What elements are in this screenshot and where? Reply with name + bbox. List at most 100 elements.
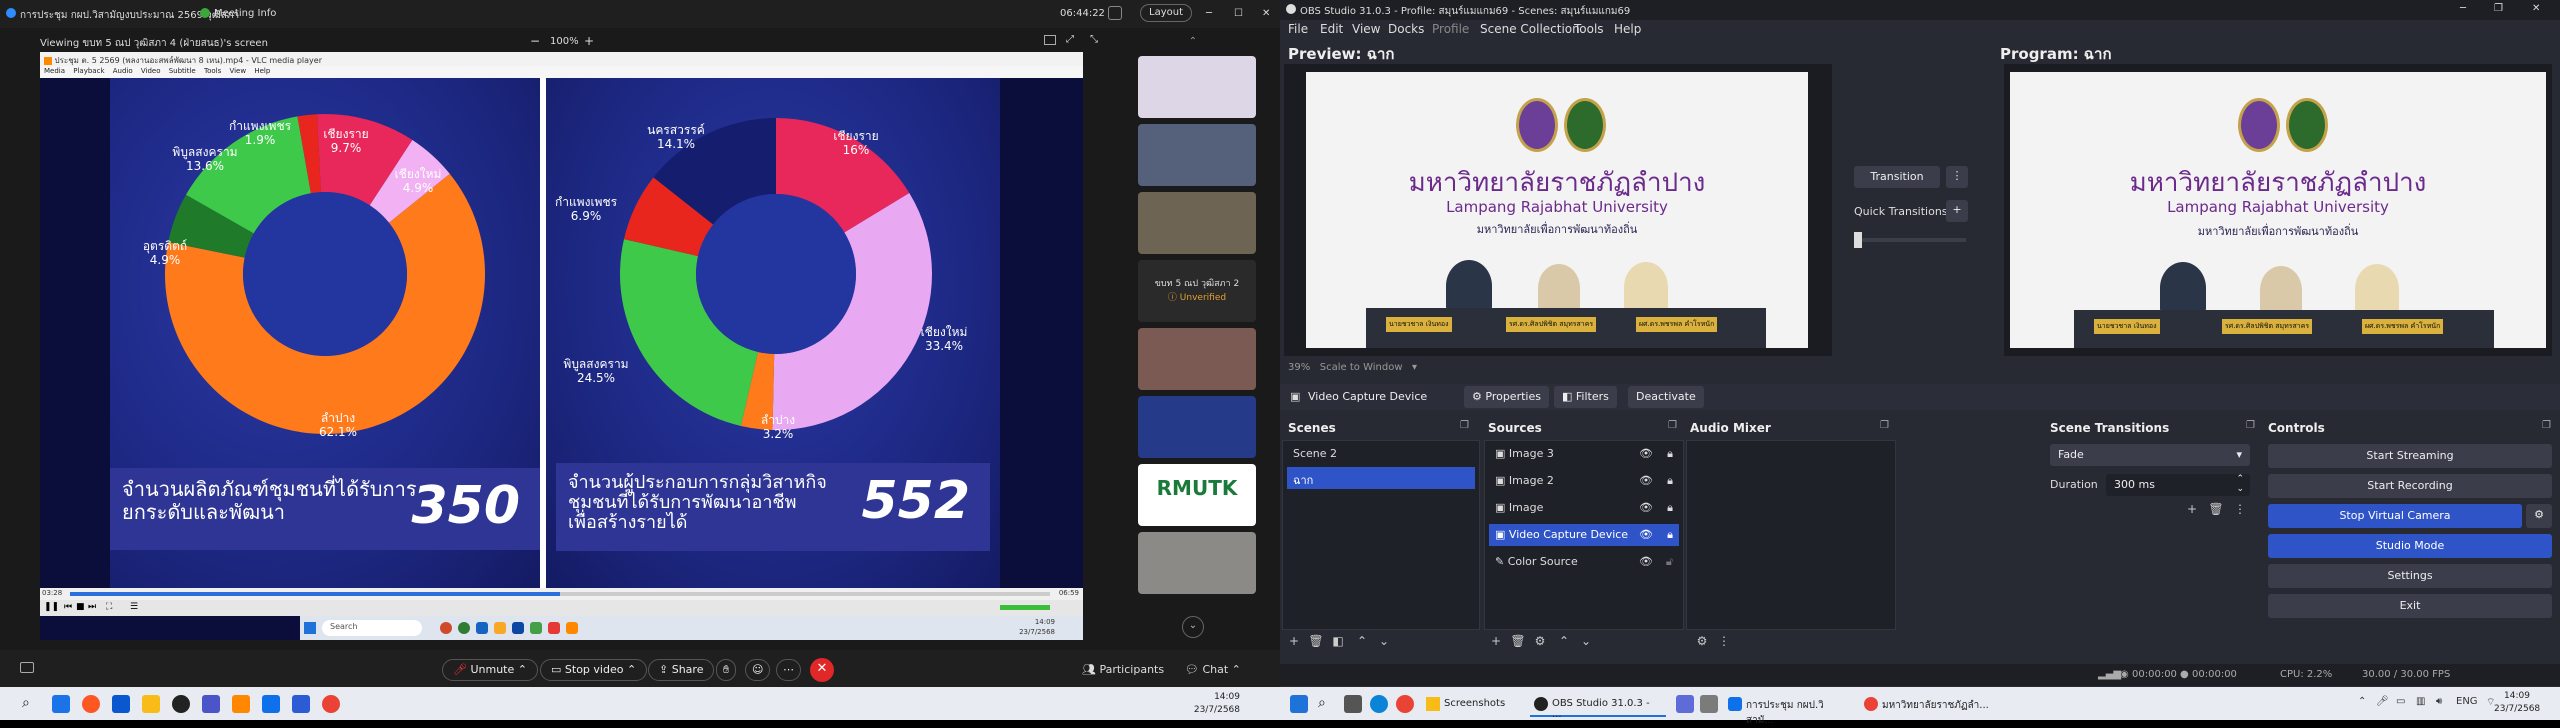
app-icon-1[interactable]: [440, 622, 452, 634]
remove-scene-icon[interactable]: 🗑︎: [1306, 634, 1326, 654]
start-recording-button[interactable]: Start Recording: [2268, 474, 2552, 498]
participant-tile-4[interactable]: ขบท 5 ณป วุฒิสภา 2 ⓘ Unverified: [1138, 260, 1256, 322]
vlc-menu-subtitle[interactable]: Subtitle: [169, 67, 196, 75]
zoom-icon-left[interactable]: [262, 695, 280, 713]
eye-icon[interactable]: 👁︎: [1639, 555, 1653, 568]
lock-icon[interactable]: 🔒︎: [1667, 447, 1673, 461]
source-item[interactable]: ▣ Image 👁︎ 🔒︎: [1489, 497, 1679, 519]
scroll-up-icon[interactable]: ⌃: [1182, 36, 1204, 50]
scene-item-active[interactable]: ฉาก: [1287, 467, 1475, 489]
add-quick-transition-button[interactable]: +: [1946, 200, 1968, 222]
scene-item[interactable]: Scene 2: [1287, 443, 1475, 465]
edge-icon[interactable]: [1370, 695, 1388, 713]
transition-button[interactable]: Transition: [1854, 166, 1940, 188]
app-icon-3[interactable]: [476, 622, 488, 634]
lock-icon[interactable]: 🔒︎: [1667, 528, 1673, 542]
taskbar-app-obs[interactable]: OBS Studio 31.0.3 - ...: [1530, 691, 1666, 720]
menu-profile[interactable]: Profile: [1432, 22, 1469, 36]
virtual-camera-settings-button[interactable]: ⚙: [2526, 504, 2552, 528]
prev-icon[interactable]: ⏮: [64, 602, 72, 612]
app-icon-4[interactable]: [512, 622, 524, 634]
app-icon-a[interactable]: [52, 695, 70, 713]
app-icon-2[interactable]: [458, 622, 470, 634]
eye-icon[interactable]: 👁︎: [1639, 447, 1653, 460]
more-button[interactable]: ⋯: [776, 659, 801, 681]
app-icon-c[interactable]: [202, 695, 220, 713]
search-box[interactable]: Search: [322, 620, 422, 636]
t-bar-handle[interactable]: [1854, 232, 1862, 248]
reactions-button[interactable]: ✋︎: [716, 659, 737, 681]
controls-dock-float-icon[interactable]: ❐: [2542, 420, 2551, 431]
vlc-seekbar[interactable]: [70, 592, 1050, 596]
leave-button[interactable]: ✕: [810, 658, 834, 682]
app-icon-6[interactable]: [548, 622, 560, 634]
app-icon-e[interactable]: [1676, 695, 1694, 713]
vlc-taskbar-icon[interactable]: [566, 622, 578, 634]
fullscreen-toggle-icon[interactable]: ⛶: [106, 602, 112, 612]
vlc-icon-left[interactable]: [232, 695, 250, 713]
add-transition-icon[interactable]: +: [2182, 502, 2202, 522]
windows-start-icon[interactable]: [1290, 695, 1308, 713]
filters-button[interactable]: ◧ Filters: [1554, 386, 1617, 408]
scene-up-icon[interactable]: ⌃: [1352, 634, 1372, 654]
deactivate-button[interactable]: Deactivate: [1628, 386, 1704, 408]
source-up-icon[interactable]: ⌃: [1554, 634, 1574, 654]
expand-icon[interactable]: ⤡: [1090, 34, 1098, 45]
language-indicator[interactable]: ENG: [2456, 696, 2478, 707]
speaker-icon[interactable]: [1108, 6, 1122, 20]
unlock-icon[interactable]: 🔓︎: [1666, 555, 1673, 569]
right-clock-date[interactable]: 23/7/2568: [2494, 704, 2540, 714]
menu-help[interactable]: Help: [1614, 22, 1641, 36]
browser-icon[interactable]: [82, 695, 100, 713]
app-icon-5[interactable]: [530, 622, 542, 634]
studio-mode-button[interactable]: Studio Mode: [2268, 534, 2552, 558]
chrome-icon-left[interactable]: [322, 695, 340, 713]
vlc-menu-tools[interactable]: Tools: [204, 67, 221, 75]
source-properties-icon[interactable]: ⚙: [1530, 634, 1550, 654]
vlc-menu-video[interactable]: Video: [141, 67, 161, 75]
camera-tray-icon[interactable]: ▭: [2396, 696, 2405, 707]
zoom-out-button[interactable]: −: [530, 34, 540, 48]
mixer-settings-icon[interactable]: ⚙: [1692, 634, 1712, 654]
folder-icon-left[interactable]: [142, 695, 160, 713]
emoji-button[interactable]: ☺: [745, 659, 771, 681]
properties-button[interactable]: ⚙ Properties: [1464, 386, 1549, 408]
unmute-button[interactable]: 🎤︎ Unmute ⌃: [442, 659, 538, 681]
scene-down-icon[interactable]: ⌄: [1374, 634, 1394, 654]
volume-slider[interactable]: [1000, 605, 1050, 610]
obs-maximize-icon[interactable]: ❐: [2494, 3, 2503, 14]
task-view-icon[interactable]: [1344, 695, 1362, 713]
vlc-menu-playback[interactable]: Playback: [73, 67, 104, 75]
source-item[interactable]: ▣ Image 2 👁︎ 🔒︎: [1489, 470, 1679, 492]
start-streaming-button[interactable]: Start Streaming: [2268, 444, 2552, 468]
menu-scene-collection[interactable]: Scene Collection: [1480, 22, 1580, 36]
preview-canvas[interactable]: มหาวิทยาลัยราชภัฏลำปาง Lampang Rajabhat …: [1284, 64, 1832, 356]
windows-start-icon[interactable]: [304, 622, 316, 634]
participant-tile-7[interactable]: RMUTK: [1138, 464, 1256, 526]
zoom-in-button[interactable]: +: [584, 34, 594, 48]
taskbar-app-zoom[interactable]: การประชุม กผป.วิสามั...: [1724, 691, 1854, 726]
scale-mode[interactable]: Scale to Window: [1320, 362, 1403, 373]
source-down-icon[interactable]: ⌄: [1576, 634, 1596, 654]
vlc-menu-view[interactable]: View: [229, 67, 246, 75]
transition-props-icon[interactable]: ⋮: [2230, 502, 2250, 522]
mixer-menu-icon[interactable]: ⋮: [1714, 634, 1734, 654]
next-icon[interactable]: ⏭: [88, 602, 96, 612]
obs-close-icon[interactable]: ✕: [2532, 3, 2540, 14]
folder-icon[interactable]: [494, 622, 506, 634]
participant-tile-8[interactable]: [1138, 532, 1256, 594]
volume-icon[interactable]: 🔊︎: [2436, 696, 2442, 707]
scenes-dock-float-icon[interactable]: ❐: [1460, 420, 1469, 431]
participant-tile-2[interactable]: [1138, 124, 1256, 186]
app-icon-f[interactable]: [1700, 695, 1718, 713]
menu-edit[interactable]: Edit: [1320, 22, 1343, 36]
participants-button[interactable]: 👥︎ Participants: [1082, 663, 1164, 676]
eye-icon[interactable]: 👁︎: [1639, 501, 1653, 514]
source-item[interactable]: ✎ Color Source 👁︎ 🔓︎: [1489, 551, 1679, 573]
obs-icon-left[interactable]: [172, 695, 190, 713]
transition-select[interactable]: Fade ▾: [2050, 444, 2250, 466]
menu-docks[interactable]: Docks: [1388, 22, 1424, 36]
participant-tile-5[interactable]: [1138, 328, 1256, 390]
chat-button[interactable]: 💬︎ Chat ⌃: [1185, 663, 1241, 676]
add-scene-icon[interactable]: +: [1284, 634, 1304, 654]
